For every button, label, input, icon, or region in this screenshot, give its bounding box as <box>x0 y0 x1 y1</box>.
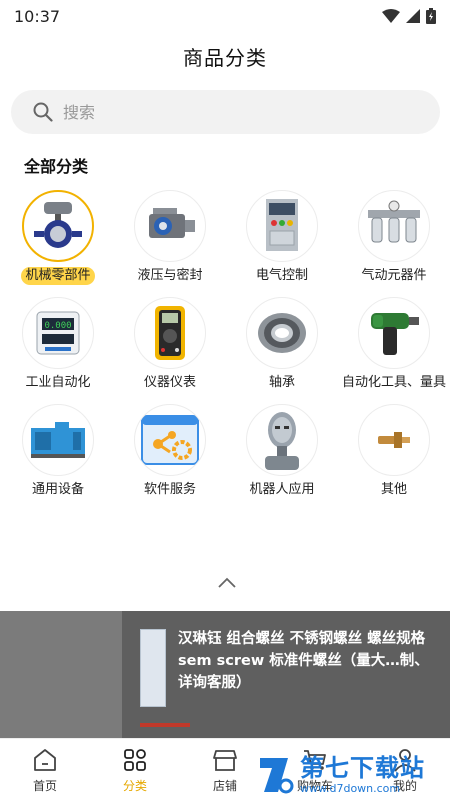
category-label: 液压与密封 <box>137 268 203 283</box>
category-label: 自动化工具、量具 <box>342 375 447 390</box>
overlay-panel-left <box>0 611 122 739</box>
product-title: 汉琳钰 组合螺丝 不锈钢螺丝 螺丝规格 sem screw 标准件螺丝（量大…制… <box>178 631 429 691</box>
category-item[interactable]: 软件服务 <box>114 404 226 499</box>
tab-home[interactable]: 首页 <box>0 739 90 800</box>
search-icon <box>33 102 53 122</box>
category-label: 工业自动化 <box>25 375 91 390</box>
category-label: 电气控制 <box>255 268 308 283</box>
search-input[interactable] <box>63 102 363 122</box>
category-image <box>246 297 318 369</box>
status-icons <box>382 8 436 24</box>
category-image <box>134 404 206 476</box>
wifi-icon <box>382 9 400 23</box>
section-title: 全部分类 <box>24 157 89 176</box>
category-item[interactable]: 液压与密封 <box>114 190 226 285</box>
watermark-text: 第七下载站 www.d7down.com <box>300 754 425 795</box>
category-image: 0.000 <box>22 297 94 369</box>
tab-label: 分类 <box>122 779 147 793</box>
category-image <box>22 190 94 262</box>
category-grid: 机械零部件 液压与密封 电气控制 气动元器件 0.000 工业自动化 仪器仪表 … <box>0 190 450 499</box>
category-item[interactable]: 其他 <box>338 404 450 499</box>
pneumatic-filter-icon <box>368 200 420 243</box>
category-label: 通用设备 <box>31 482 84 497</box>
tab-label: 首页 <box>32 779 57 793</box>
tab-label: 店铺 <box>212 779 237 793</box>
category-item[interactable]: 0.000 工业自动化 <box>2 297 114 392</box>
category-grid-icon <box>124 749 146 771</box>
status-bar: 10:37 <box>0 0 450 32</box>
category-label: 机器人应用 <box>249 482 315 497</box>
category-image <box>358 190 430 262</box>
category-label: 软件服务 <box>143 482 196 497</box>
category-item[interactable]: 电气控制 <box>226 190 338 285</box>
category-item[interactable]: 机器人应用 <box>226 404 338 499</box>
home-icon <box>34 749 56 771</box>
product-thumbnail <box>140 629 166 707</box>
control-cabinet-icon <box>266 199 298 251</box>
battery-icon <box>426 8 436 24</box>
robot-head-icon <box>265 412 299 470</box>
category-image <box>134 297 206 369</box>
industrial-unit-icon <box>31 422 85 458</box>
watermark-title: 第七下载站 <box>300 753 425 782</box>
category-image <box>246 190 318 262</box>
category-item[interactable]: 轴承 <box>226 297 338 392</box>
digital-controller-icon: 0.000 <box>36 311 80 355</box>
watermark-logo-icon <box>260 758 294 794</box>
category-item[interactable]: 机械零部件 <box>2 190 114 285</box>
status-time: 10:37 <box>14 6 61 26</box>
tab-category[interactable]: 分类 <box>90 739 180 800</box>
category-label: 气动元器件 <box>361 268 427 283</box>
category-label: 机械零部件 <box>21 267 95 285</box>
signal-icon <box>406 9 420 23</box>
software-gears-icon <box>141 415 199 465</box>
category-item[interactable]: 仪器仪表 <box>114 297 226 392</box>
product-price-bar <box>140 723 190 727</box>
category-item[interactable]: 气动元器件 <box>338 190 450 285</box>
category-image <box>246 404 318 476</box>
bearing-icon <box>258 313 306 353</box>
product-card-overlay[interactable]: 汉琳钰 组合螺丝 不锈钢螺丝 螺丝规格 sem screw 标准件螺丝（量大…制… <box>0 611 450 739</box>
category-image <box>358 297 430 369</box>
page-title: 商品分类 <box>183 46 267 70</box>
category-label: 轴承 <box>268 375 295 390</box>
category-image <box>134 190 206 262</box>
category-label: 其他 <box>380 482 407 497</box>
category-label: 仪器仪表 <box>143 375 196 390</box>
impact-wrench-icon <box>371 313 419 355</box>
chevron-up-icon[interactable] <box>217 575 237 591</box>
watermark-url: www.d7down.com <box>300 781 401 795</box>
store-icon <box>213 750 237 771</box>
svg-text:0.000: 0.000 <box>44 321 71 331</box>
butterfly-valve-icon <box>34 202 82 248</box>
category-item[interactable]: 自动化工具、量具 <box>338 297 450 392</box>
watermark: 第七下载站 www.d7down.com <box>256 748 450 800</box>
category-item[interactable]: 通用设备 <box>2 404 114 499</box>
search-bar[interactable] <box>11 90 440 134</box>
multimeter-icon <box>155 306 185 360</box>
brass-fitting-icon <box>378 432 410 448</box>
hydraulic-pump-icon <box>149 208 195 238</box>
category-image <box>22 404 94 476</box>
category-image <box>358 404 430 476</box>
